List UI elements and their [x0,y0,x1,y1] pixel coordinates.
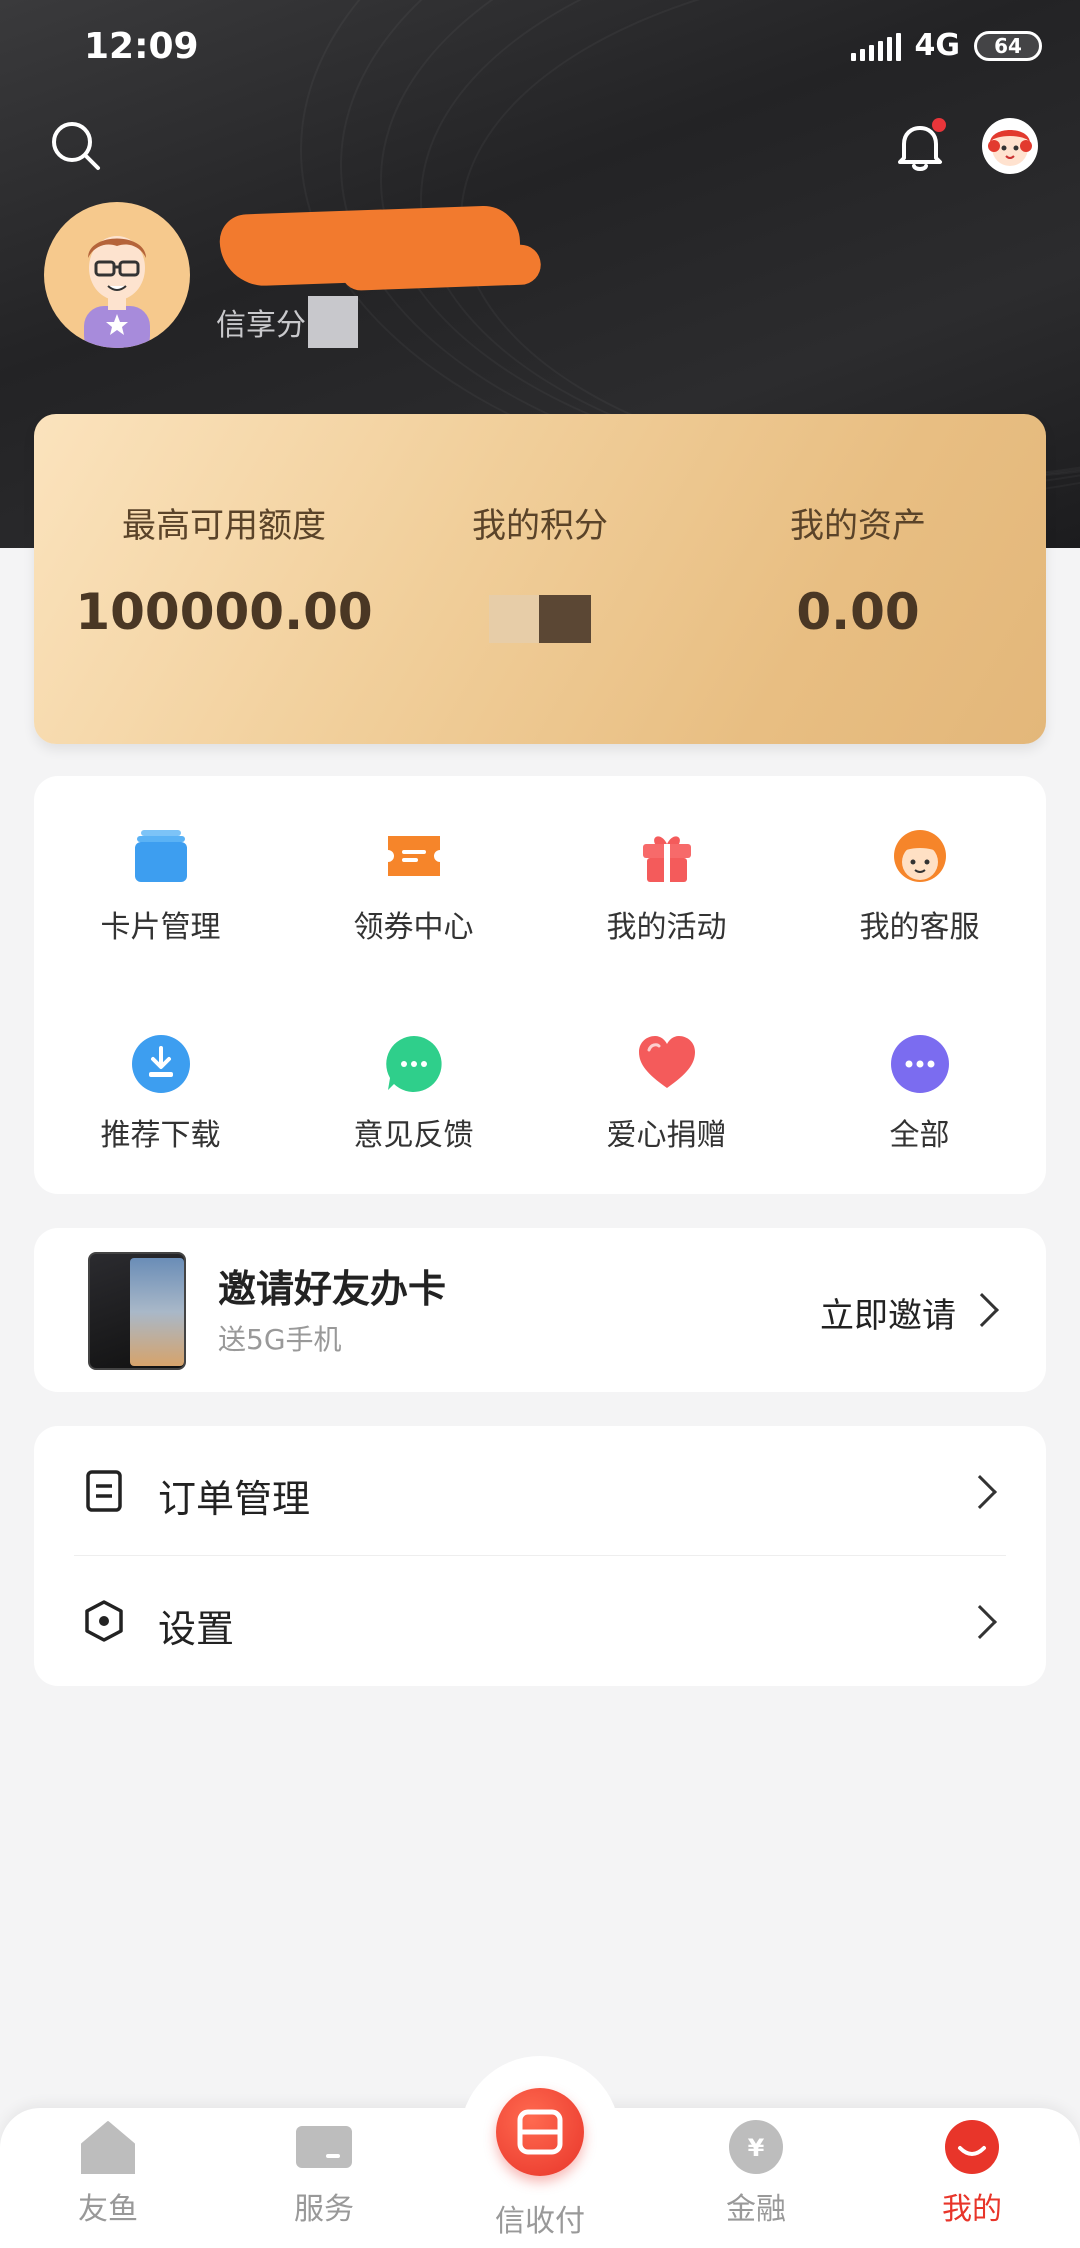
signal-icon [850,31,901,61]
tab-mine[interactable]: 我的 [892,2120,1052,2228]
scan-pay-icon [517,2109,563,2155]
svg-text:¥: ¥ [748,2134,765,2162]
menu-item-orders[interactable]: 订单管理 [34,1426,1046,1556]
menu-label-settings: 设置 [158,1607,235,1651]
points-label: 我的积分 [472,506,608,546]
grid-label: 全部 [889,1118,950,1153]
grid-label: 推荐下载 [100,1118,221,1153]
max-credit-label: 最高可用额度 [122,506,326,546]
tab-label-pay: 信收付 [495,2204,585,2239]
grid-item-feedback[interactable]: 意见反馈 [287,1034,540,1154]
invite-title: 邀请好友办卡 [218,1267,447,1311]
status-bar: 12:09 4G 64 [0,0,1080,96]
grid-label: 我的客服 [859,910,980,945]
card-icon [131,826,191,886]
account-stats-card: 最高可用额度 100000.00 我的积分 我的资产 0.00 [34,414,1046,744]
max-credit-value: 100000.00 [75,583,373,641]
tab-label-home: 友鱼 [78,2192,138,2227]
username-redacted [218,204,522,288]
tab-label-service: 服务 [294,2192,354,2227]
tab-label-mine: 我的 [942,2192,1002,2227]
pay-center-button[interactable] [496,2088,584,2176]
mascot-avatar-icon[interactable] [982,118,1038,174]
status-time: 12:09 [84,26,199,67]
service-icon [890,826,950,886]
notification-bell-icon[interactable] [890,116,950,176]
assets-label: 我的资产 [790,506,926,546]
grid-label: 卡片管理 [100,910,221,945]
grid-item-all[interactable]: 全部 [793,1034,1046,1154]
tab-service[interactable]: 服务 [244,2120,404,2228]
invite-now-button[interactable]: 立即邀请 [820,1288,956,1337]
feedback-icon [384,1034,444,1094]
settings-hexagon-icon [84,1600,124,1642]
download-icon [131,1034,191,1094]
coupon-icon [384,826,444,886]
grid-item-charity-donation[interactable]: 爱心捐赠 [540,1034,793,1154]
tab-finance[interactable]: ¥ 金融 [676,2120,836,2228]
stat-max-credit[interactable]: 最高可用额度 100000.00 [54,498,394,641]
more-icon [890,1034,950,1094]
chevron-right-icon [963,1475,997,1509]
grid-label: 我的活动 [606,910,727,945]
order-list-icon [84,1470,124,1512]
grid-item-my-activities[interactable]: 我的活动 [540,826,793,946]
grid-item-customer-service[interactable]: 我的客服 [793,826,1046,946]
grid-label: 爱心捐赠 [606,1118,727,1153]
yuan-coin-icon: ¥ [728,2120,784,2174]
chevron-right-icon [965,1293,999,1327]
home-icon [80,2120,136,2175]
points-value-redacted [489,595,591,645]
credit-score-redacted [308,296,358,348]
invite-subtitle: 送5G手机 [218,1323,342,1356]
stat-points[interactable]: 我的积分 [370,498,710,647]
gift-icon [637,826,697,886]
notification-dot [932,118,946,132]
tab-home[interactable]: 友鱼 [28,2120,188,2228]
grid-label: 意见反馈 [353,1118,474,1153]
tab-label-finance: 金融 [726,2192,786,2227]
phone-image [88,1252,186,1370]
stat-assets[interactable]: 我的资产 0.00 [688,498,1028,641]
menu-list: 订单管理 设置 [34,1426,1046,1686]
battery-icon: 64 [974,30,1042,61]
grid-item-coupon-center[interactable]: 领券中心 [287,826,540,946]
credit-score-label: 信享分 [216,308,306,343]
user-avatar[interactable] [44,202,190,348]
menu-item-settings[interactable]: 设置 [34,1556,1046,1686]
menu-label-orders: 订单管理 [158,1477,311,1521]
service-card-icon [296,2120,352,2174]
search-icon[interactable] [48,118,104,174]
heart-icon [637,1034,697,1094]
feature-grid: 卡片管理 领券中心 我的活动 我的客服 推荐下载 意见反馈 爱心捐赠 全部 [34,776,1046,1194]
grid-item-recommend-download[interactable]: 推荐下载 [34,1034,287,1154]
chevron-right-icon [963,1605,997,1639]
grid-item-card-management[interactable]: 卡片管理 [34,826,287,946]
network-type: 4G [914,28,961,63]
invite-friends-banner[interactable]: 邀请好友办卡 送5G手机 立即邀请 [34,1228,1046,1392]
assets-value: 0.00 [796,583,920,641]
smile-face-icon [944,2120,1000,2174]
grid-label: 领券中心 [353,910,474,945]
